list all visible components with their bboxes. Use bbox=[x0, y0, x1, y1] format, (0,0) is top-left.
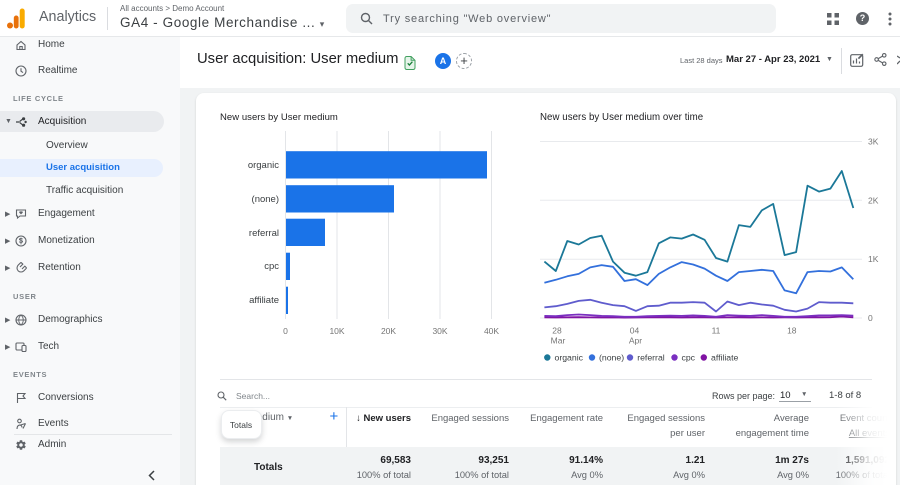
svg-text:affiliate: affiliate bbox=[711, 353, 739, 363]
svg-text:3K: 3K bbox=[868, 137, 879, 147]
svg-text:28: 28 bbox=[552, 326, 562, 336]
svg-text:referral: referral bbox=[637, 353, 665, 363]
svg-text:(none): (none) bbox=[599, 353, 624, 363]
svg-text:Mar: Mar bbox=[551, 336, 566, 346]
svg-text:2K: 2K bbox=[868, 195, 879, 205]
svg-text:organic: organic bbox=[555, 353, 584, 363]
svg-text:1K: 1K bbox=[868, 254, 879, 264]
svg-text:11: 11 bbox=[712, 326, 721, 336]
svg-text:0: 0 bbox=[868, 313, 873, 323]
svg-text:cpc: cpc bbox=[682, 353, 696, 363]
svg-text:04: 04 bbox=[630, 326, 640, 336]
svg-text:Apr: Apr bbox=[629, 336, 642, 346]
svg-text:18: 18 bbox=[787, 326, 797, 336]
